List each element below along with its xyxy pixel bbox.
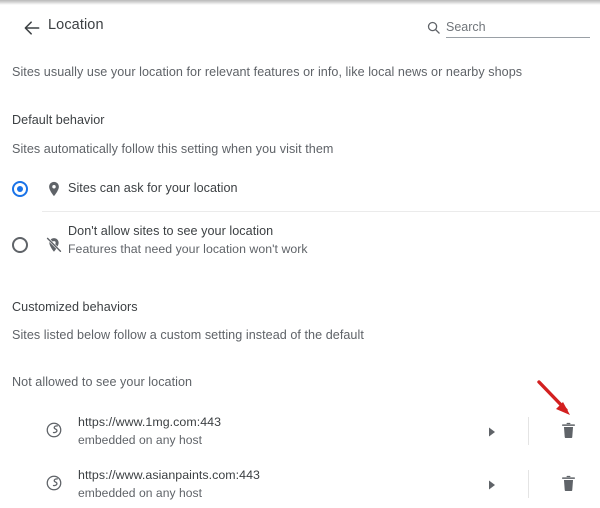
location-pin-icon (45, 180, 63, 198)
radio-option-block[interactable]: Don't allow sites to see your location F… (0, 219, 600, 269)
radio-selected-dot (17, 186, 23, 192)
default-behavior-heading: Default behavior (12, 113, 105, 127)
trash-icon[interactable] (560, 474, 577, 493)
customized-behaviors-subtitle: Sites listed below follow a custom setti… (12, 328, 364, 342)
site-list-item[interactable]: https://www.asianpaints.com:443 embedded… (0, 460, 600, 508)
search-icon (426, 20, 441, 35)
radio-button-allow[interactable] (12, 181, 28, 197)
search-box[interactable] (424, 16, 590, 40)
globe-icon (45, 474, 63, 492)
radio-option-allow[interactable]: Sites can ask for your location (0, 170, 600, 211)
intro-description: Sites usually use your location for rele… (12, 65, 522, 79)
trash-icon[interactable] (560, 421, 577, 440)
page-title: Location (48, 17, 104, 33)
location-off-icon (45, 236, 63, 254)
customized-behaviors-heading: Customized behaviors (12, 300, 138, 314)
radio-label-block: Don't allow sites to see your location (68, 224, 273, 238)
site-origin: https://www.1mg.com:443 (78, 415, 221, 429)
back-arrow-icon[interactable] (22, 18, 42, 38)
page-header: Location (0, 5, 600, 45)
site-origin: https://www.asianpaints.com:443 (78, 468, 260, 482)
site-detail: embedded on any host (78, 486, 202, 500)
site-list-item[interactable]: https://www.1mg.com:443 embedded on any … (0, 407, 600, 455)
default-behavior-subtitle: Sites automatically follow this setting … (12, 142, 333, 156)
row-vertical-divider (528, 417, 529, 445)
radio-button-block[interactable] (12, 237, 28, 253)
row-vertical-divider (528, 470, 529, 498)
chevron-right-icon[interactable] (487, 425, 497, 437)
chevron-right-icon[interactable] (487, 478, 497, 490)
not-allowed-group-heading: Not allowed to see your location (12, 375, 192, 389)
option-divider (42, 211, 600, 212)
radio-label-allow: Sites can ask for your location (68, 181, 238, 195)
globe-icon (45, 421, 63, 439)
search-input[interactable] (446, 16, 590, 38)
site-detail: embedded on any host (78, 433, 202, 447)
radio-sublabel-block: Features that need your location won't w… (68, 242, 308, 256)
